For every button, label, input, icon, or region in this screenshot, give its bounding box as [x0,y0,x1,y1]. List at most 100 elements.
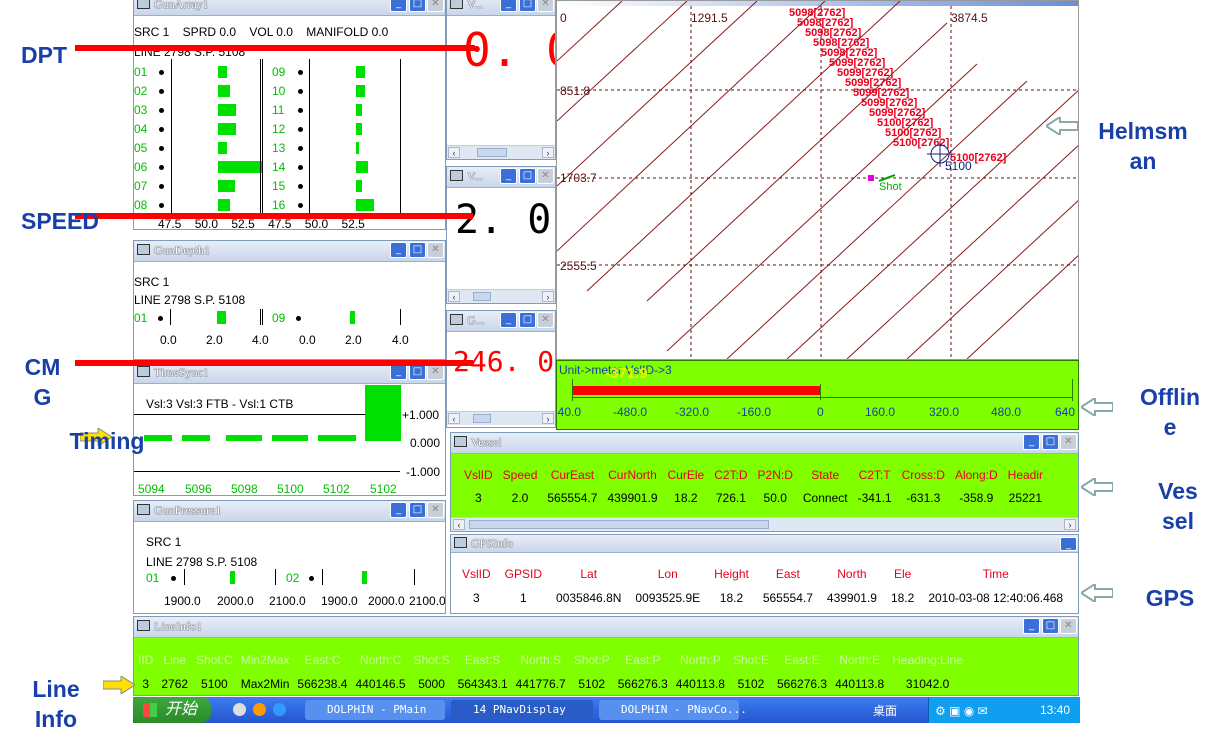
table-cell: VslID [462,567,491,581]
close-icon[interactable]: ✕ [1060,618,1077,634]
gps-data-row[interactable]: 3 1 0035846.8N 0093525.9E 18.2 565554.7 439901… [455,586,1070,610]
minimize-icon[interactable]: _ [1060,537,1077,551]
depth-scrollbar[interactable]: ‹ › [447,145,555,159]
close-icon[interactable]: ✕ [427,364,444,380]
gun-pressure-titlebar[interactable]: GunPressure1 _ □ ✕ [134,501,445,522]
maximize-icon[interactable]: □ [409,364,426,380]
gun-pressure-line: LINE 2798 S.P. 5108 [146,555,258,569]
table-cell: 3 [472,591,480,605]
cmg-scrollbar[interactable]: ‹ › [447,411,555,425]
table-cell: Height [714,567,749,581]
table-cell: 5000 [418,677,445,691]
gun-bar [356,85,365,97]
gun-status-dot [298,184,303,189]
start-button[interactable]: 开始 [133,697,211,723]
close-icon[interactable]: ✕ [427,0,444,12]
quicklaunch-icon[interactable] [253,703,266,716]
gun-pressure-axis [322,569,323,585]
gun-bar [356,199,374,211]
gun-status-dot [298,89,303,94]
vessel-header-row: VslID Speed CurEast CurNorth CurEle C2T:D P2N:… [459,464,1048,486]
table-cell: 18.2 [719,591,744,605]
vessel-scrollbar[interactable]: ‹ › [451,517,1078,531]
map-canvas[interactable]: 5098[2762] 5098[2762] 5098[2762] 5098[27… [557,1,1079,360]
gun-status-dot [159,146,164,151]
close-icon[interactable]: ✕ [427,242,444,258]
gun-label: 05 [134,141,148,155]
gun-label: 07 [134,179,148,193]
maximize-icon[interactable]: □ [1042,618,1059,634]
taskbar-task[interactable]: DOLPHIN - PNavCo... [599,700,747,720]
table-cell: 2010-03-08 12:40:06.468 [928,591,1064,605]
time-sync-shot: 5102 [323,482,350,496]
close-icon[interactable]: ✕ [427,502,444,518]
vessel-data-row[interactable]: 3 2.0 565554.7 439901.9 18.2 726.1 50.0 Connect… [459,486,1048,510]
gps-titlebar[interactable]: GPSInfo _ [451,535,1078,553]
quicklaunch-icon[interactable] [273,703,286,716]
minimize-icon[interactable]: _ [1023,618,1040,634]
minimize-icon[interactable]: _ [390,0,407,12]
table-cell: -631.3 [906,491,941,505]
time-sync-titlebar[interactable]: TimeSync1 _ □ ✕ [134,363,445,384]
minimize-icon[interactable]: _ [390,242,407,258]
maximize-icon[interactable]: □ [519,168,536,184]
gun-pressure-tick: 2000.0 [217,594,254,608]
maximize-icon[interactable]: □ [409,242,426,258]
map-x-label: 1291.5 [691,11,728,25]
depth-display-titlebar[interactable]: V... _ □ ✕ [447,0,555,16]
line-info-table: IID Line Shot:C Min2Max East:C North:C Shot:S E… [134,648,967,695]
gun-pressure-src: SRC 1 [146,535,182,549]
close-icon[interactable]: ✕ [1060,434,1077,450]
window-icon [137,366,150,377]
minimize-icon[interactable]: _ [390,502,407,518]
table-cell: 726.1 [715,491,746,505]
close-icon[interactable]: ✕ [537,0,554,12]
window-icon [454,436,467,447]
table-cell: CurEle [667,468,705,482]
gps-table: VslID GPSID Lat Lon Height East North Ele Time 3… [455,562,1070,610]
time-sync-window: TimeSync1 _ □ ✕ Vsl:3 Vsl:3 FTB - Vsl:1 … [133,362,446,496]
maximize-icon[interactable]: □ [519,0,536,12]
line-info-data-row[interactable]: 3 2762 5100 Max2Min 566238.4 440146.5 5000 5643… [134,672,967,695]
table-cell: 18.2 [890,591,915,605]
gun-label: 11 [272,103,285,117]
maximize-icon[interactable]: □ [409,502,426,518]
speed-scrollbar[interactable]: ‹ › [447,289,555,303]
minimize-icon[interactable]: _ [390,364,407,380]
taskbar-task[interactable]: DOLPHIN - PMain [305,700,445,720]
gun-array-titlebar[interactable]: GunArray1 _ □ ✕ [134,0,445,16]
speed-display-titlebar[interactable]: V... _ □ ✕ [447,167,555,188]
cmg-display-titlebar[interactable]: G... _ □ ✕ [447,311,555,332]
minimize-icon[interactable]: _ [500,168,517,184]
speed-label: SPEED [21,208,99,234]
table-cell: 439901.9 [607,491,658,505]
maximize-icon[interactable]: □ [519,312,536,328]
desktop-toolbar[interactable]: 桌面 [873,702,897,719]
time-sync-title: TimeSync1 [154,365,209,379]
taskbar-task[interactable]: 14 PNavDisplay [451,700,593,720]
gun-bar [218,123,236,135]
helmsman-map-window[interactable]: 5098[2762] 5098[2762] 5098[2762] 5098[27… [556,0,1079,360]
gun-depth-titlebar[interactable]: GunDepth1 _ □ ✕ [134,241,445,262]
table-cell: 566276.3 [617,677,668,691]
gun-depth-bar-01 [217,311,226,324]
vessel-titlebar[interactable]: Vessel _ □ ✕ [451,433,1078,454]
close-icon[interactable]: ✕ [537,168,554,184]
cmg-display-title: G... [467,313,485,327]
minimize-icon[interactable]: _ [500,0,517,12]
time-sync-bottom-line [134,471,400,472]
line-info-titlebar[interactable]: LineInfo1 _ □ ✕ [134,617,1078,638]
start-label: 开始 [165,701,198,718]
tray-icons[interactable]: ⚙ ▣ ◉ ✉ [935,704,988,718]
minimize-icon[interactable]: _ [500,312,517,328]
table-cell: 440146.5 [355,677,406,691]
close-icon[interactable]: ✕ [537,312,554,328]
table-cell: 5100 [201,677,228,691]
maximize-icon[interactable]: □ [409,0,426,12]
window-icon [450,0,463,9]
table-cell: East:E [784,653,820,667]
maximize-icon[interactable]: □ [1042,434,1059,450]
minimize-icon[interactable]: _ [1023,434,1040,450]
quicklaunch-icon[interactable] [233,703,246,716]
depth-display-window: V... _ □ ✕ 0. 0 ‹› [446,0,556,160]
